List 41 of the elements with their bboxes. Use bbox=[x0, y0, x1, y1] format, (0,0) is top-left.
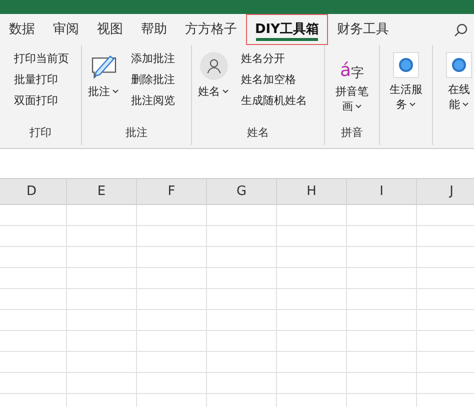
search-icon[interactable] bbox=[454, 22, 468, 36]
chevron-icon bbox=[462, 102, 469, 108]
column-header[interactable]: E bbox=[67, 179, 137, 204]
ribbon-large-button[interactable]: 批注 bbox=[86, 48, 121, 111]
ribbon-tab[interactable]: 帮助 bbox=[132, 14, 176, 45]
person-icon bbox=[200, 52, 228, 80]
pinyin-icon: á字 bbox=[340, 52, 364, 80]
ribbon-tab[interactable]: 审阅 bbox=[44, 14, 88, 45]
column-header[interactable]: F bbox=[137, 179, 207, 204]
ribbon-button[interactable]: 删除批注 bbox=[129, 69, 177, 90]
ribbon-large-button[interactable]: 生活服 务 bbox=[388, 48, 424, 112]
column-header[interactable]: G bbox=[207, 179, 277, 204]
ribbon-tab[interactable]: 财务工具 bbox=[328, 14, 398, 45]
ribbon-button[interactable]: 姓名加空格 bbox=[239, 69, 309, 90]
chevron-icon bbox=[112, 89, 119, 94]
chevron-icon bbox=[409, 102, 416, 108]
group-label: 打印 bbox=[30, 124, 52, 140]
ribbon-button[interactable]: 添加批注 bbox=[129, 48, 177, 69]
ribbon-large-button[interactable]: á字 拼音笔 画 bbox=[334, 48, 370, 114]
ribbon-large-button[interactable]: 姓名 bbox=[196, 48, 231, 111]
chevron-icon bbox=[355, 104, 362, 110]
globe-icon bbox=[393, 52, 419, 78]
ribbon-button[interactable]: 批量打印 bbox=[12, 69, 77, 90]
group-label: 拼音 bbox=[341, 124, 363, 140]
column-header[interactable]: I bbox=[347, 179, 417, 204]
ribbon-tab[interactable]: DIY工具箱 bbox=[246, 14, 328, 45]
ribbon-button[interactable]: 打印当前页 bbox=[12, 48, 77, 69]
ribbon-tab[interactable]: 方方格子 bbox=[176, 14, 246, 45]
column-header[interactable]: J bbox=[417, 179, 474, 204]
ribbon-button[interactable]: 生成随机姓名 bbox=[239, 90, 309, 111]
chevron-icon bbox=[222, 89, 229, 94]
ribbon-tab[interactable]: 视图 bbox=[88, 14, 132, 45]
group-label: 姓名 bbox=[247, 124, 269, 140]
ribbon-button[interactable]: 批注阅览 bbox=[129, 90, 177, 111]
column-header[interactable]: H bbox=[277, 179, 347, 204]
ribbon-large-button[interactable]: 在线 能 bbox=[444, 48, 474, 112]
ribbon-button[interactable]: 双面打印 bbox=[12, 90, 77, 111]
ribbon-button[interactable]: 姓名分开 bbox=[239, 48, 309, 69]
group-label: 批注 bbox=[126, 124, 148, 140]
ribbon-tab[interactable]: 数据 bbox=[0, 14, 44, 45]
column-header[interactable]: D bbox=[0, 179, 67, 204]
